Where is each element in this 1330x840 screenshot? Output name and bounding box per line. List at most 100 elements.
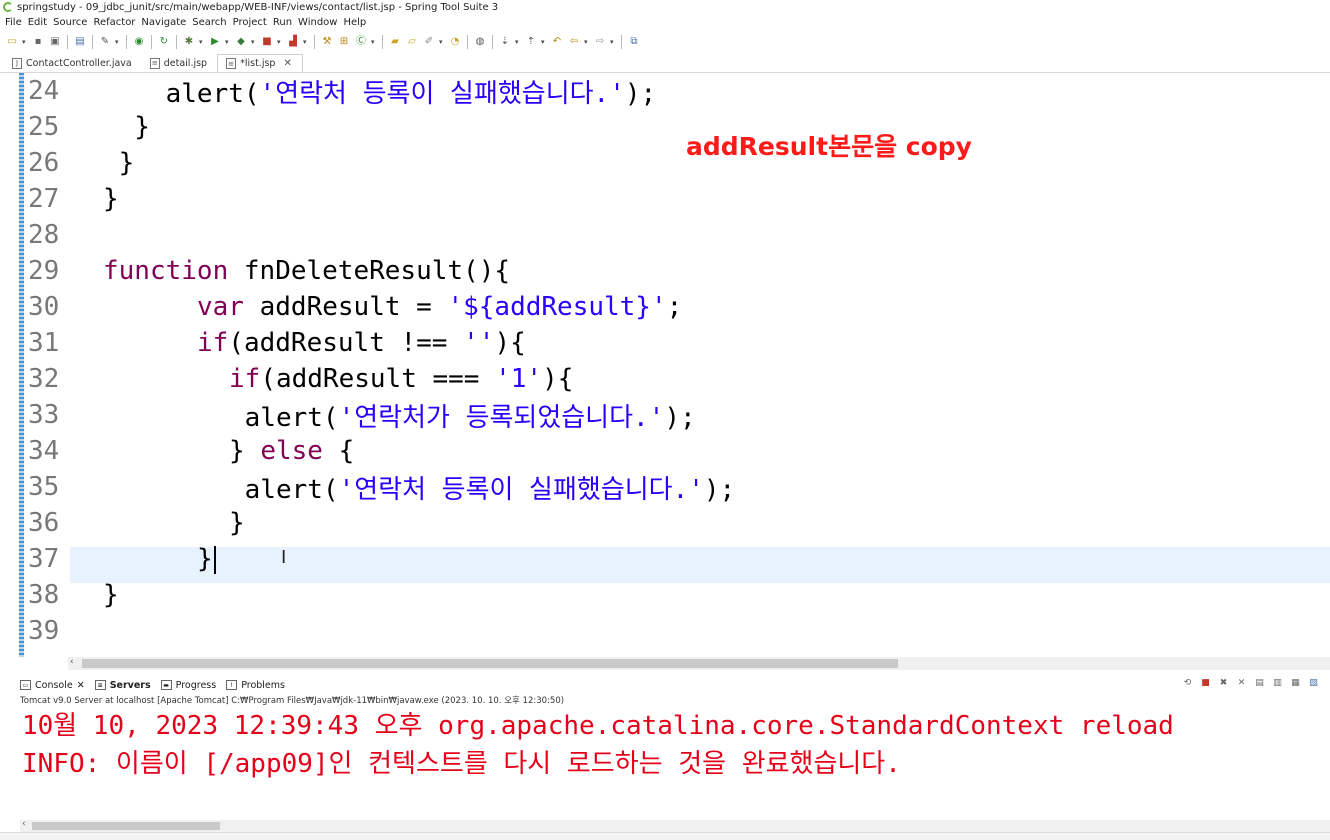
status-bar (0, 832, 1330, 840)
tab-label: detail.jsp (163, 57, 208, 69)
open-type-icon[interactable]: ▰ (388, 35, 402, 49)
toggle-mark-icon[interactable]: ✎ (98, 35, 112, 49)
console-line: 10월 10, 2023 12:39:43 오후 org.apache.cata… (22, 711, 1174, 741)
tab-console[interactable]: ▭ Console ✕ (20, 680, 85, 691)
menu-refactor[interactable]: Refactor (93, 17, 141, 28)
stop-icon[interactable]: ■ (260, 35, 274, 49)
tab-label: Progress (175, 679, 217, 691)
deploy-icon[interactable]: ▟ (286, 35, 300, 49)
line-number: 30 (28, 292, 60, 322)
tab-list-jsp[interactable]: ≡ *list.jsp ✕ (217, 54, 303, 72)
code-line: 31 if(addResult !== ''){ (0, 325, 1330, 361)
next-annotation-dropdown-icon[interactable]: ▾ (515, 38, 521, 46)
debug-icon[interactable]: ✱ (182, 35, 196, 49)
tab-detail-jsp[interactable]: ≡ detail.jsp (142, 54, 217, 72)
menu-search[interactable]: Search (192, 17, 232, 28)
scroll-lock-icon[interactable]: ▥ (1271, 677, 1284, 690)
back-icon[interactable]: ⇦ (567, 35, 581, 49)
editor-horizontal-scrollbar[interactable]: ‹ (68, 657, 1330, 670)
menu-window[interactable]: Window (298, 17, 343, 28)
line-number: 35 (28, 472, 60, 502)
refresh-icon[interactable]: ↻ (157, 35, 171, 49)
menu-edit[interactable]: Edit (28, 17, 53, 28)
debug-dropdown-icon[interactable]: ▾ (199, 38, 205, 46)
save-icon[interactable]: ▪ (31, 35, 45, 49)
tab-contact-controller[interactable]: J ContactController.java (4, 54, 142, 72)
web-browser-icon[interactable]: ◍ (473, 35, 487, 49)
menu-project[interactable]: Project (233, 17, 273, 28)
deploy-dropdown-icon[interactable]: ▾ (303, 38, 309, 46)
stop-dropdown-icon[interactable]: ▾ (277, 38, 283, 46)
menu-navigate[interactable]: Navigate (141, 17, 192, 28)
toolbar-separator (314, 35, 315, 49)
clear-console-icon[interactable]: ▤ (1253, 677, 1266, 690)
code-line: 28 (0, 217, 1330, 253)
menu-run[interactable]: Run (273, 17, 298, 28)
code-text: } (197, 544, 216, 574)
menu-help[interactable]: Help (343, 17, 372, 28)
close-tab-icon[interactable]: ✕ (283, 58, 291, 69)
close-tab-icon[interactable]: ✕ (77, 680, 85, 691)
new-dropdown-icon[interactable]: ▾ (22, 38, 28, 46)
edit-icon[interactable]: ✐ (422, 35, 436, 49)
forward-icon[interactable]: ⇨ (593, 35, 607, 49)
open-resource-icon[interactable]: ▱ (405, 35, 419, 49)
forward-dropdown-icon[interactable]: ▾ (610, 38, 616, 46)
next-annotation-icon[interactable]: ⇣ (498, 35, 512, 49)
previous-annotation-icon[interactable]: ⇡ (524, 35, 538, 49)
external-tools-icon[interactable]: ◆ (234, 35, 248, 49)
code-text: } (103, 184, 119, 214)
external-tools-dropdown-icon[interactable]: ▾ (251, 38, 257, 46)
last-edit-location-icon[interactable]: ↶ (550, 35, 564, 49)
code-editor[interactable]: 24 alert('연락처 등록이 실패했습니다.'); 25 } 26 } 2… (0, 73, 1330, 657)
display-console-icon[interactable]: ▧ (1307, 677, 1320, 690)
scroll-left-icon[interactable]: ‹ (22, 819, 26, 829)
menu-source[interactable]: Source (53, 17, 93, 28)
window-title: springstudy - 09_jdbc_junit/src/main/web… (17, 1, 499, 13)
previous-annotation-dropdown-icon[interactable]: ▾ (541, 38, 547, 46)
back-dropdown-icon[interactable]: ▾ (584, 38, 590, 46)
toolbar-separator (467, 35, 468, 49)
console-output[interactable]: 10월 10, 2023 12:39:43 오후 org.apache.cata… (0, 705, 1330, 820)
toolbar-separator (176, 35, 177, 49)
code-text: } else { (229, 436, 355, 466)
scrollbar-thumb[interactable] (82, 659, 898, 668)
run-icon[interactable]: ▶ (208, 35, 222, 49)
remove-all-terminated-icon[interactable]: ✕ (1235, 677, 1248, 690)
pin-editor-icon[interactable]: ⧉ (627, 35, 641, 49)
new-icon[interactable]: ▭ (5, 35, 19, 49)
new-class-icon[interactable]: Ⓒ (354, 35, 368, 49)
restart-icon[interactable]: ⟲ (1181, 677, 1194, 690)
console-view-icon[interactable]: ▤ (73, 35, 87, 49)
menu-bar: File Edit Source Refactor Navigate Searc… (0, 14, 1330, 30)
edit-dropdown-icon[interactable]: ▾ (439, 38, 445, 46)
line-number: 29 (28, 256, 60, 286)
new-class-dropdown-icon[interactable]: ▾ (371, 38, 377, 46)
open-task-icon[interactable]: ◔ (448, 35, 462, 49)
terminate-icon[interactable]: ■ (1199, 677, 1212, 690)
tab-problems[interactable]: ! Problems (226, 680, 285, 691)
save-all-icon[interactable]: ▣ (48, 35, 62, 49)
tab-label: ContactController.java (26, 57, 132, 69)
tab-label: Console (35, 679, 73, 691)
console-horizontal-scrollbar[interactable]: ‹ (20, 819, 1330, 832)
start-server-icon[interactable]: ◉ (132, 35, 146, 49)
tab-label: Problems (241, 679, 285, 691)
line-number: 24 (28, 76, 60, 106)
mouse-ibeam-cursor-icon: I (281, 547, 287, 568)
mark-dropdown-icon[interactable]: ▾ (115, 38, 121, 46)
scroll-left-icon[interactable]: ‹ (70, 657, 74, 667)
code-line: 39 (0, 613, 1330, 649)
scrollbar-thumb[interactable] (32, 822, 220, 830)
pin-console-icon[interactable]: ▦ (1289, 677, 1302, 690)
code-text: if(addResult !== ''){ (197, 328, 526, 358)
remove-launch-icon[interactable]: ✖ (1217, 677, 1230, 690)
code-line: 36 } (0, 505, 1330, 541)
new-java-project-icon[interactable]: ⚒ (320, 35, 334, 49)
new-package-icon[interactable]: ⊞ (337, 35, 351, 49)
line-number: 31 (28, 328, 60, 358)
menu-file[interactable]: File (5, 17, 28, 28)
tab-progress[interactable]: ▬ Progress (160, 679, 217, 691)
tab-servers[interactable]: ≡ Servers (94, 680, 151, 691)
run-dropdown-icon[interactable]: ▾ (225, 38, 231, 46)
